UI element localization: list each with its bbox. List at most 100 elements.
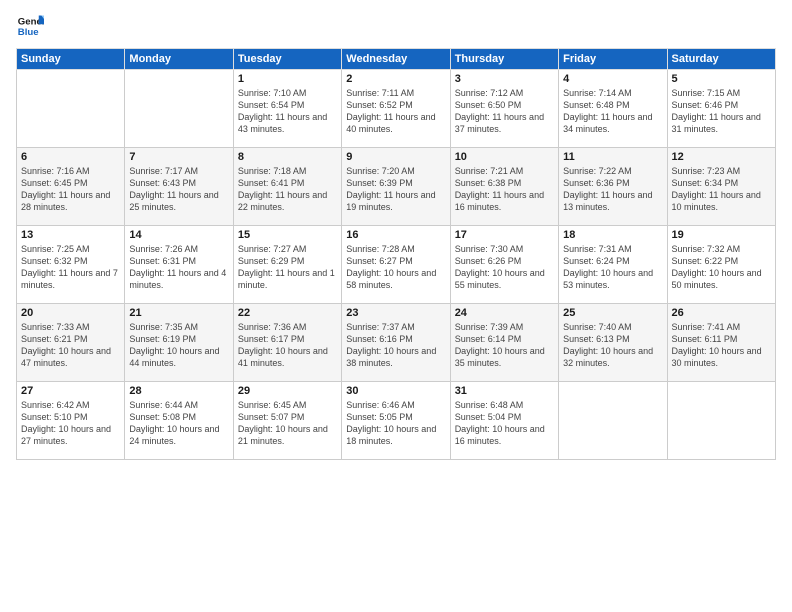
day-number: 2 [346,73,445,85]
day-number: 15 [238,229,337,241]
day-info: Sunrise: 7:21 AM Sunset: 6:38 PM Dayligh… [455,165,554,214]
day-number: 31 [455,385,554,397]
day-cell: 17 Sunrise: 7:30 AM Sunset: 6:26 PM Dayli… [450,226,558,304]
day-info: Sunrise: 6:46 AM Sunset: 5:05 PM Dayligh… [346,399,445,448]
day-info: Sunrise: 7:23 AM Sunset: 6:34 PM Dayligh… [672,165,771,214]
day-info: Sunrise: 7:15 AM Sunset: 6:46 PM Dayligh… [672,87,771,136]
day-number: 18 [563,229,662,241]
day-info: Sunrise: 7:32 AM Sunset: 6:22 PM Dayligh… [672,243,771,292]
day-number: 30 [346,385,445,397]
week-row-2: 6 Sunrise: 7:16 AM Sunset: 6:45 PM Daylig… [17,148,776,226]
page: General Blue SundayMondayTuesdayWednesda… [0,0,792,612]
day-cell: 14 Sunrise: 7:26 AM Sunset: 6:31 PM Dayli… [125,226,233,304]
day-cell: 24 Sunrise: 7:39 AM Sunset: 6:14 PM Dayli… [450,304,558,382]
day-cell [559,382,667,460]
day-info: Sunrise: 7:26 AM Sunset: 6:31 PM Dayligh… [129,243,228,292]
day-info: Sunrise: 7:11 AM Sunset: 6:52 PM Dayligh… [346,87,445,136]
day-cell: 22Sunrise: 7:36 AM Sunset: 6:17 PM Dayli… [233,304,341,382]
day-info: Sunrise: 7:35 AM Sunset: 6:19 PM Dayligh… [129,321,228,370]
day-number: 7 [129,151,228,163]
day-info: Sunrise: 7:41 AM Sunset: 6:11 PM Dayligh… [672,321,771,370]
day-number: 23 [346,307,445,319]
weekday-header-thursday: Thursday [450,49,558,70]
day-info: Sunrise: 6:44 AM Sunset: 5:08 PM Dayligh… [129,399,228,448]
day-info: Sunrise: 7:18 AM Sunset: 6:41 PM Dayligh… [238,165,337,214]
day-cell: 20 Sunrise: 7:33 AM Sunset: 6:21 PM Dayli… [17,304,125,382]
day-info: Sunrise: 7:39 AM Sunset: 6:14 PM Dayligh… [455,321,554,370]
day-cell [667,382,775,460]
day-cell: 19 Sunrise: 7:32 AM Sunset: 6:22 PM Dayli… [667,226,775,304]
day-cell: 13Sunrise: 7:25 AM Sunset: 6:32 PM Dayli… [17,226,125,304]
week-row-1: 1Sunrise: 7:10 AM Sunset: 6:54 PM Daylig… [17,70,776,148]
day-number: 4 [563,73,662,85]
day-number: 24 [455,307,554,319]
day-cell: 27Sunrise: 6:42 AM Sunset: 5:10 PM Dayli… [17,382,125,460]
day-cell: 26 Sunrise: 7:41 AM Sunset: 6:11 PM Dayli… [667,304,775,382]
day-cell: 7 Sunrise: 7:17 AM Sunset: 6:43 PM Daylig… [125,148,233,226]
day-info: Sunrise: 7:37 AM Sunset: 6:16 PM Dayligh… [346,321,445,370]
day-info: Sunrise: 7:28 AM Sunset: 6:27 PM Dayligh… [346,243,445,292]
day-cell [17,70,125,148]
day-number: 19 [672,229,771,241]
day-cell: 29 Sunrise: 6:45 AM Sunset: 5:07 PM Dayli… [233,382,341,460]
day-cell: 15 Sunrise: 7:27 AM Sunset: 6:29 PM Dayli… [233,226,341,304]
weekday-header-tuesday: Tuesday [233,49,341,70]
week-row-4: 20 Sunrise: 7:33 AM Sunset: 6:21 PM Dayli… [17,304,776,382]
day-number: 14 [129,229,228,241]
logo-icon: General Blue [16,12,44,40]
day-cell: 10 Sunrise: 7:21 AM Sunset: 6:38 PM Dayli… [450,148,558,226]
day-info: Sunrise: 7:25 AM Sunset: 6:32 PM Dayligh… [21,243,120,292]
day-number: 25 [563,307,662,319]
day-info: Sunrise: 7:33 AM Sunset: 6:21 PM Dayligh… [21,321,120,370]
day-cell: 16Sunrise: 7:28 AM Sunset: 6:27 PM Dayli… [342,226,450,304]
day-cell: 4 Sunrise: 7:14 AM Sunset: 6:48 PM Daylig… [559,70,667,148]
day-number: 1 [238,73,337,85]
day-number: 21 [129,307,228,319]
day-cell: 28 Sunrise: 6:44 AM Sunset: 5:08 PM Dayli… [125,382,233,460]
day-number: 12 [672,151,771,163]
day-info: Sunrise: 7:17 AM Sunset: 6:43 PM Dayligh… [129,165,228,214]
day-number: 28 [129,385,228,397]
day-number: 6 [21,151,120,163]
day-number: 20 [21,307,120,319]
weekday-header-wednesday: Wednesday [342,49,450,70]
weekday-header-saturday: Saturday [667,49,775,70]
weekday-header-monday: Monday [125,49,233,70]
day-cell: 31 Sunrise: 6:48 AM Sunset: 5:04 PM Dayli… [450,382,558,460]
day-number: 26 [672,307,771,319]
weekday-header-sunday: Sunday [17,49,125,70]
day-info: Sunrise: 7:14 AM Sunset: 6:48 PM Dayligh… [563,87,662,136]
day-cell: 11Sunrise: 7:22 AM Sunset: 6:36 PM Dayli… [559,148,667,226]
day-number: 5 [672,73,771,85]
day-number: 3 [455,73,554,85]
day-info: Sunrise: 7:22 AM Sunset: 6:36 PM Dayligh… [563,165,662,214]
day-info: Sunrise: 6:48 AM Sunset: 5:04 PM Dayligh… [455,399,554,448]
svg-text:Blue: Blue [18,27,39,38]
day-info: Sunrise: 7:12 AM Sunset: 6:50 PM Dayligh… [455,87,554,136]
day-info: Sunrise: 7:30 AM Sunset: 6:26 PM Dayligh… [455,243,554,292]
day-info: Sunrise: 7:16 AM Sunset: 6:45 PM Dayligh… [21,165,120,214]
day-info: Sunrise: 7:27 AM Sunset: 6:29 PM Dayligh… [238,243,337,292]
day-cell: 9 Sunrise: 7:20 AM Sunset: 6:39 PM Daylig… [342,148,450,226]
day-cell: 1Sunrise: 7:10 AM Sunset: 6:54 PM Daylig… [233,70,341,148]
day-number: 17 [455,229,554,241]
day-number: 29 [238,385,337,397]
day-info: Sunrise: 6:42 AM Sunset: 5:10 PM Dayligh… [21,399,120,448]
day-cell: 18 Sunrise: 7:31 AM Sunset: 6:24 PM Dayli… [559,226,667,304]
day-cell: 21 Sunrise: 7:35 AM Sunset: 6:19 PM Dayli… [125,304,233,382]
calendar-table: SundayMondayTuesdayWednesdayThursdayFrid… [16,48,776,460]
day-cell: 8Sunrise: 7:18 AM Sunset: 6:41 PM Daylig… [233,148,341,226]
header: General Blue [16,12,776,40]
day-info: Sunrise: 7:31 AM Sunset: 6:24 PM Dayligh… [563,243,662,292]
logo: General Blue [16,12,44,40]
weekday-header-row: SundayMondayTuesdayWednesdayThursdayFrid… [17,49,776,70]
day-info: Sunrise: 6:45 AM Sunset: 5:07 PM Dayligh… [238,399,337,448]
day-number: 9 [346,151,445,163]
day-cell: 23 Sunrise: 7:37 AM Sunset: 6:16 PM Dayli… [342,304,450,382]
day-info: Sunrise: 7:20 AM Sunset: 6:39 PM Dayligh… [346,165,445,214]
day-cell: 12 Sunrise: 7:23 AM Sunset: 6:34 PM Dayli… [667,148,775,226]
day-info: Sunrise: 7:40 AM Sunset: 6:13 PM Dayligh… [563,321,662,370]
day-cell: 6 Sunrise: 7:16 AM Sunset: 6:45 PM Daylig… [17,148,125,226]
day-cell: 5 Sunrise: 7:15 AM Sunset: 6:46 PM Daylig… [667,70,775,148]
day-number: 10 [455,151,554,163]
